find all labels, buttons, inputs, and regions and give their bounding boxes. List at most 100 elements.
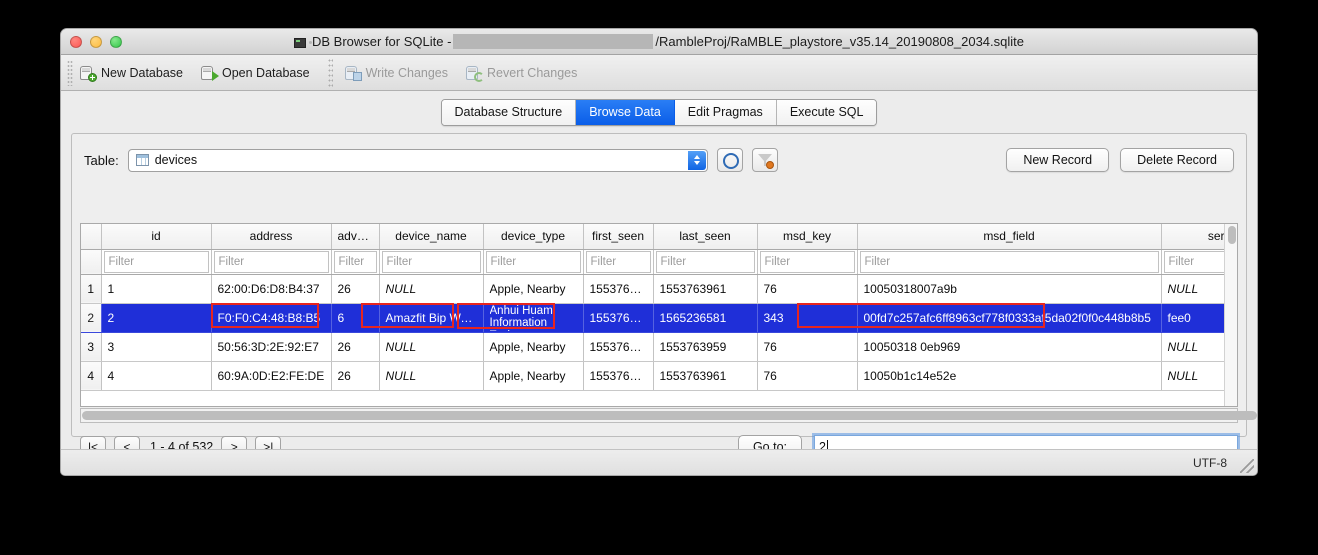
table-select[interactable]: devices <box>127 148 708 172</box>
column-header-first-seen[interactable]: first_seen <box>583 224 654 250</box>
cell-first-seen[interactable]: 155376… <box>583 303 654 333</box>
cell-msd-field[interactable]: 10050b1c14e52e <box>857 361 1162 391</box>
cell-last-seen[interactable]: 1553763961 <box>653 274 758 304</box>
cell-last-seen[interactable]: 1553763961 <box>653 361 758 391</box>
maximize-window-button[interactable] <box>110 35 122 48</box>
filter-cell-first-seen[interactable]: Filter <box>583 249 654 275</box>
cell-device-name[interactable]: NULL <box>379 361 484 391</box>
filter-input-last-seen[interactable]: Filter <box>655 250 755 273</box>
filter-input-address[interactable]: Filter <box>213 250 329 273</box>
cell-device-name[interactable]: NULL <box>379 274 484 304</box>
cell-msd-key[interactable]: 76 <box>757 332 858 362</box>
refresh-button[interactable] <box>716 148 743 172</box>
cell-id[interactable]: 3 <box>101 332 212 362</box>
filter-cell-last-seen[interactable]: Filter <box>653 249 758 275</box>
filter-cell-adv-flags[interactable]: Filter <box>331 249 380 275</box>
filter-input-msd-field[interactable]: Filter <box>859 250 1159 273</box>
filter-cell-msd-key[interactable]: Filter <box>757 249 858 275</box>
filter-input-id[interactable]: Filter <box>103 250 209 273</box>
cell-adv-flags[interactable]: 6 <box>331 303 380 333</box>
new-database-button[interactable]: New Database <box>76 62 197 84</box>
column-header-last-seen[interactable]: last_seen <box>653 224 758 250</box>
cell-id[interactable]: 4 <box>101 361 212 391</box>
cell-msd-key[interactable]: 76 <box>757 361 858 391</box>
filter-input-msd-key[interactable]: Filter <box>759 250 855 273</box>
cell-device-name[interactable]: NULL <box>379 332 484 362</box>
column-header-adv-flags[interactable]: adv_flags <box>331 224 380 250</box>
cell-msd-key[interactable]: 76 <box>757 274 858 304</box>
grid-horizontal-scrollbar[interactable] <box>80 408 1257 423</box>
filter-input-adv-flags[interactable]: Filter <box>333 250 377 273</box>
revert-changes-button[interactable]: Revert Changes <box>462 62 591 84</box>
filter-cell-device-type[interactable]: Filter <box>483 249 584 275</box>
filter-cell-device-name[interactable]: Filter <box>379 249 484 275</box>
tab-edit-pragmas[interactable]: Edit Pragmas <box>674 99 777 125</box>
column-header-device-type[interactable]: device_type <box>483 224 584 250</box>
cell-address[interactable]: 60:9A:0D:E2:FE:DE <box>211 361 332 391</box>
cell-msd-key[interactable]: 343 <box>757 303 858 333</box>
filter-cell-address[interactable]: Filter <box>211 249 332 275</box>
cell-id[interactable]: 2 <box>101 303 212 333</box>
grid-horizontal-scroll-thumb[interactable] <box>82 411 1257 420</box>
filter-cell-ser[interactable]: Filter <box>1161 249 1224 275</box>
cell-device-type[interactable]: Anhui Huami Information Tech… <box>483 303 584 333</box>
cell-adv-flags[interactable]: 26 <box>331 332 380 362</box>
write-changes-button[interactable]: Write Changes <box>341 62 462 84</box>
column-header-msd-field[interactable]: msd_field <box>857 224 1162 250</box>
table-row[interactable]: 4 4 60:9A:0D:E2:FE:DE 26 NULL Apple, Nea… <box>81 361 1224 391</box>
column-header-row: id address adv_flags device_name device_… <box>81 224 1224 250</box>
cell-msd-field[interactable]: 10050318007a9b <box>857 274 1162 304</box>
cell-id[interactable]: 1 <box>101 274 212 304</box>
cell-first-seen[interactable]: 155376… <box>583 332 654 362</box>
tab-database-structure[interactable]: Database Structure <box>441 99 577 125</box>
cell-device-name[interactable]: Amazfit Bip Watch <box>379 303 484 333</box>
cell-msd-field[interactable]: 00fd7c257afc6ff8963cf778f0333af5da02f0f0… <box>857 303 1162 333</box>
filter-gutter <box>81 249 102 275</box>
new-record-button[interactable]: New Record <box>1006 148 1110 172</box>
window-titlebar[interactable]: DB Browser for SQLite - /RambleProj/RaMB… <box>61 29 1257 55</box>
cell-device-type[interactable]: Apple, Nearby <box>483 361 584 391</box>
tab-browse-data[interactable]: Browse Data <box>576 99 675 125</box>
filter-cell-id[interactable]: Filter <box>101 249 212 275</box>
cell-address[interactable]: 62:00:D6:D8:B4:37 <box>211 274 332 304</box>
cell-ser[interactable]: fee0 <box>1161 303 1224 333</box>
chevron-updown-icon[interactable] <box>687 150 706 170</box>
cell-address[interactable]: F0:F0:C4:48:B8:B5 <box>211 303 332 333</box>
tab-execute-sql[interactable]: Execute SQL <box>776 99 877 125</box>
column-header-ser[interactable]: ser <box>1161 224 1224 250</box>
column-header-device-name[interactable]: device_name <box>379 224 484 250</box>
minimize-window-button[interactable] <box>90 35 102 48</box>
cell-last-seen[interactable]: 1553763959 <box>653 332 758 362</box>
filter-input-device-name[interactable]: Filter <box>381 250 481 273</box>
close-window-button[interactable] <box>70 35 82 48</box>
clear-filters-button[interactable] <box>751 148 778 172</box>
cell-last-seen[interactable]: 1565236581 <box>653 303 758 333</box>
column-header-msd-key[interactable]: msd_key <box>757 224 858 250</box>
cell-ser[interactable]: NULL <box>1161 361 1224 391</box>
cell-ser[interactable]: NULL <box>1161 332 1224 362</box>
grid-vertical-scrollbar[interactable] <box>1224 224 1237 406</box>
cell-msd-field[interactable]: 10050318 0eb969 <box>857 332 1162 362</box>
table-row[interactable]: 2 2 F0:F0:C4:48:B8:B5 6 Amazfit Bip Watc… <box>81 303 1224 333</box>
table-row[interactable]: 1 1 62:00:D6:D8:B4:37 26 NULL Apple, Nea… <box>81 274 1224 304</box>
table-row[interactable]: 3 3 50:56:3D:2E:92:E7 26 NULL Apple, Nea… <box>81 332 1224 362</box>
cell-first-seen[interactable]: 155376… <box>583 361 654 391</box>
cell-adv-flags[interactable]: 26 <box>331 274 380 304</box>
filter-cell-msd-field[interactable]: Filter <box>857 249 1162 275</box>
cell-address[interactable]: 50:56:3D:2E:92:E7 <box>211 332 332 362</box>
open-database-button[interactable]: Open Database <box>197 62 324 84</box>
resize-grip-icon[interactable] <box>1240 459 1254 473</box>
grid-vertical-scroll-thumb[interactable] <box>1228 226 1236 244</box>
toolbar-grip <box>67 59 73 86</box>
delete-record-button[interactable]: Delete Record <box>1120 148 1234 172</box>
filter-input-device-type[interactable]: Filter <box>485 250 581 273</box>
column-header-id[interactable]: id <box>101 224 212 250</box>
filter-input-ser[interactable]: Filter <box>1163 250 1224 273</box>
cell-first-seen[interactable]: 155376… <box>583 274 654 304</box>
cell-device-type[interactable]: Apple, Nearby <box>483 274 584 304</box>
column-header-address[interactable]: address <box>211 224 332 250</box>
cell-adv-flags[interactable]: 26 <box>331 361 380 391</box>
cell-ser[interactable]: NULL <box>1161 274 1224 304</box>
filter-input-first-seen[interactable]: Filter <box>585 250 651 273</box>
cell-device-type[interactable]: Apple, Nearby <box>483 332 584 362</box>
